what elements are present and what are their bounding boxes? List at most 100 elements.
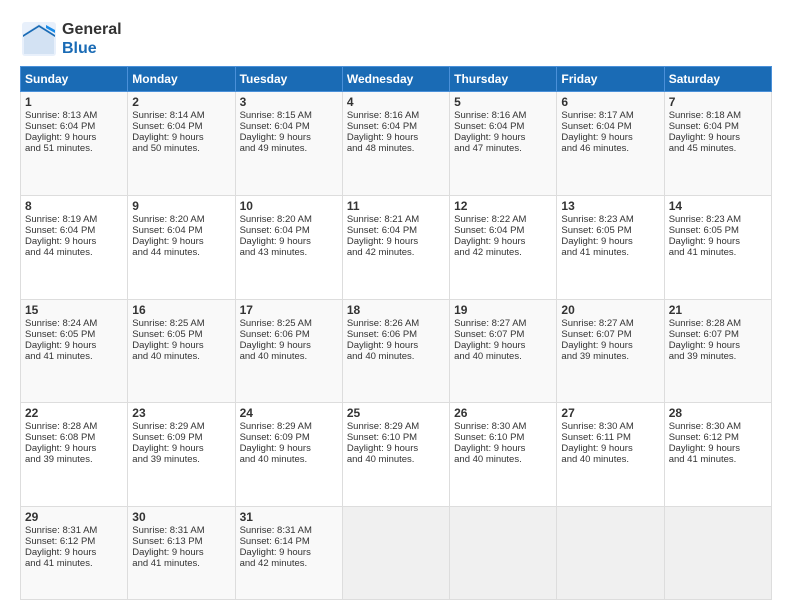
day-number: 9 (132, 199, 230, 213)
day-number: 29 (25, 510, 123, 524)
table-cell: 5Sunrise: 8:16 AMSunset: 6:04 PMDaylight… (450, 92, 557, 196)
day-info-line: Sunrise: 8:13 AM (25, 110, 123, 121)
day-info-line: Sunset: 6:04 PM (347, 225, 445, 236)
day-info-line: Sunrise: 8:26 AM (347, 318, 445, 329)
day-info-line: Sunrise: 8:29 AM (132, 421, 230, 432)
table-cell: 21Sunrise: 8:28 AMSunset: 6:07 PMDayligh… (664, 299, 771, 403)
day-info-line: Sunset: 6:14 PM (240, 536, 338, 547)
day-info-line: Sunset: 6:13 PM (132, 536, 230, 547)
table-cell: 11Sunrise: 8:21 AMSunset: 6:04 PMDayligh… (342, 195, 449, 299)
table-cell: 3Sunrise: 8:15 AMSunset: 6:04 PMDaylight… (235, 92, 342, 196)
day-info-line: Sunrise: 8:29 AM (347, 421, 445, 432)
day-number: 7 (669, 95, 767, 109)
day-info-line: and 39 minutes. (669, 351, 767, 362)
day-info-line: Sunrise: 8:16 AM (347, 110, 445, 121)
table-cell: 31Sunrise: 8:31 AMSunset: 6:14 PMDayligh… (235, 506, 342, 599)
logo-general-label: General (62, 20, 122, 39)
day-info-line: Sunrise: 8:24 AM (25, 318, 123, 329)
day-number: 28 (669, 406, 767, 420)
day-info-line: Sunrise: 8:19 AM (25, 214, 123, 225)
day-number: 10 (240, 199, 338, 213)
day-info-line: Sunrise: 8:23 AM (669, 214, 767, 225)
day-info-line: Sunrise: 8:27 AM (454, 318, 552, 329)
day-number: 19 (454, 303, 552, 317)
table-cell: 8Sunrise: 8:19 AMSunset: 6:04 PMDaylight… (21, 195, 128, 299)
day-info-line: Sunrise: 8:22 AM (454, 214, 552, 225)
table-cell: 18Sunrise: 8:26 AMSunset: 6:06 PMDayligh… (342, 299, 449, 403)
day-info-line: and 41 minutes. (132, 558, 230, 569)
header-saturday: Saturday (664, 67, 771, 92)
day-info-line: Daylight: 9 hours (240, 340, 338, 351)
day-info-line: Sunset: 6:05 PM (25, 329, 123, 340)
table-cell: 27Sunrise: 8:30 AMSunset: 6:11 PMDayligh… (557, 403, 664, 507)
day-info-line: Sunset: 6:11 PM (561, 432, 659, 443)
table-cell: 17Sunrise: 8:25 AMSunset: 6:06 PMDayligh… (235, 299, 342, 403)
day-info-line: Sunrise: 8:31 AM (25, 525, 123, 536)
day-info-line: and 40 minutes. (454, 454, 552, 465)
day-info-line: Daylight: 9 hours (25, 132, 123, 143)
day-info-line: Daylight: 9 hours (25, 547, 123, 558)
day-info-line: Sunrise: 8:28 AM (25, 421, 123, 432)
day-info-line: Daylight: 9 hours (669, 236, 767, 247)
day-info-line: and 43 minutes. (240, 247, 338, 258)
day-info-line: Daylight: 9 hours (132, 132, 230, 143)
day-info-line: Sunrise: 8:23 AM (561, 214, 659, 225)
day-info-line: Daylight: 9 hours (25, 340, 123, 351)
day-info-line: Sunrise: 8:30 AM (454, 421, 552, 432)
day-number: 16 (132, 303, 230, 317)
day-info-line: and 44 minutes. (25, 247, 123, 258)
day-info-line: Sunset: 6:07 PM (669, 329, 767, 340)
day-number: 12 (454, 199, 552, 213)
day-number: 24 (240, 406, 338, 420)
day-number: 25 (347, 406, 445, 420)
day-info-line: Sunset: 6:04 PM (347, 121, 445, 132)
day-info-line: Sunset: 6:09 PM (132, 432, 230, 443)
day-info-line: and 41 minutes. (669, 247, 767, 258)
table-cell: 24Sunrise: 8:29 AMSunset: 6:09 PMDayligh… (235, 403, 342, 507)
day-info-line: Sunset: 6:04 PM (132, 121, 230, 132)
day-info-line: Daylight: 9 hours (347, 236, 445, 247)
table-cell: 22Sunrise: 8:28 AMSunset: 6:08 PMDayligh… (21, 403, 128, 507)
day-info-line: and 41 minutes. (25, 351, 123, 362)
day-info-line: Sunrise: 8:25 AM (132, 318, 230, 329)
table-cell: 7Sunrise: 8:18 AMSunset: 6:04 PMDaylight… (664, 92, 771, 196)
day-info-line: and 40 minutes. (240, 454, 338, 465)
day-info-line: and 39 minutes. (132, 454, 230, 465)
day-info-line: Daylight: 9 hours (561, 443, 659, 454)
day-info-line: Daylight: 9 hours (347, 443, 445, 454)
day-info-line: Daylight: 9 hours (25, 443, 123, 454)
week-row-3: 15Sunrise: 8:24 AMSunset: 6:05 PMDayligh… (21, 299, 772, 403)
day-number: 30 (132, 510, 230, 524)
day-info-line: Daylight: 9 hours (132, 340, 230, 351)
day-info-line: and 40 minutes. (347, 454, 445, 465)
logo-blue-label: Blue (62, 39, 122, 58)
day-info-line: Sunrise: 8:27 AM (561, 318, 659, 329)
day-info-line: Daylight: 9 hours (561, 340, 659, 351)
day-info-line: Daylight: 9 hours (132, 236, 230, 247)
day-number: 8 (25, 199, 123, 213)
header: General Blue (20, 16, 772, 58)
header-friday: Friday (557, 67, 664, 92)
table-cell: 12Sunrise: 8:22 AMSunset: 6:04 PMDayligh… (450, 195, 557, 299)
day-info-line: and 42 minutes. (240, 558, 338, 569)
day-info-line: Sunrise: 8:25 AM (240, 318, 338, 329)
header-monday: Monday (128, 67, 235, 92)
table-cell (557, 506, 664, 599)
day-info-line: Sunset: 6:12 PM (669, 432, 767, 443)
table-cell: 25Sunrise: 8:29 AMSunset: 6:10 PMDayligh… (342, 403, 449, 507)
day-info-line: Sunrise: 8:20 AM (240, 214, 338, 225)
day-number: 3 (240, 95, 338, 109)
day-info-line: Daylight: 9 hours (669, 340, 767, 351)
week-row-2: 8Sunrise: 8:19 AMSunset: 6:04 PMDaylight… (21, 195, 772, 299)
day-info-line: Sunset: 6:06 PM (347, 329, 445, 340)
table-cell: 16Sunrise: 8:25 AMSunset: 6:05 PMDayligh… (128, 299, 235, 403)
day-info-line: and 47 minutes. (454, 143, 552, 154)
day-info-line: Daylight: 9 hours (347, 340, 445, 351)
day-info-line: Sunset: 6:04 PM (132, 225, 230, 236)
day-info-line: and 48 minutes. (347, 143, 445, 154)
logo-icon (20, 20, 58, 58)
day-info-line: Sunset: 6:04 PM (240, 121, 338, 132)
day-info-line: Sunset: 6:12 PM (25, 536, 123, 547)
day-number: 23 (132, 406, 230, 420)
day-info-line: Sunrise: 8:29 AM (240, 421, 338, 432)
